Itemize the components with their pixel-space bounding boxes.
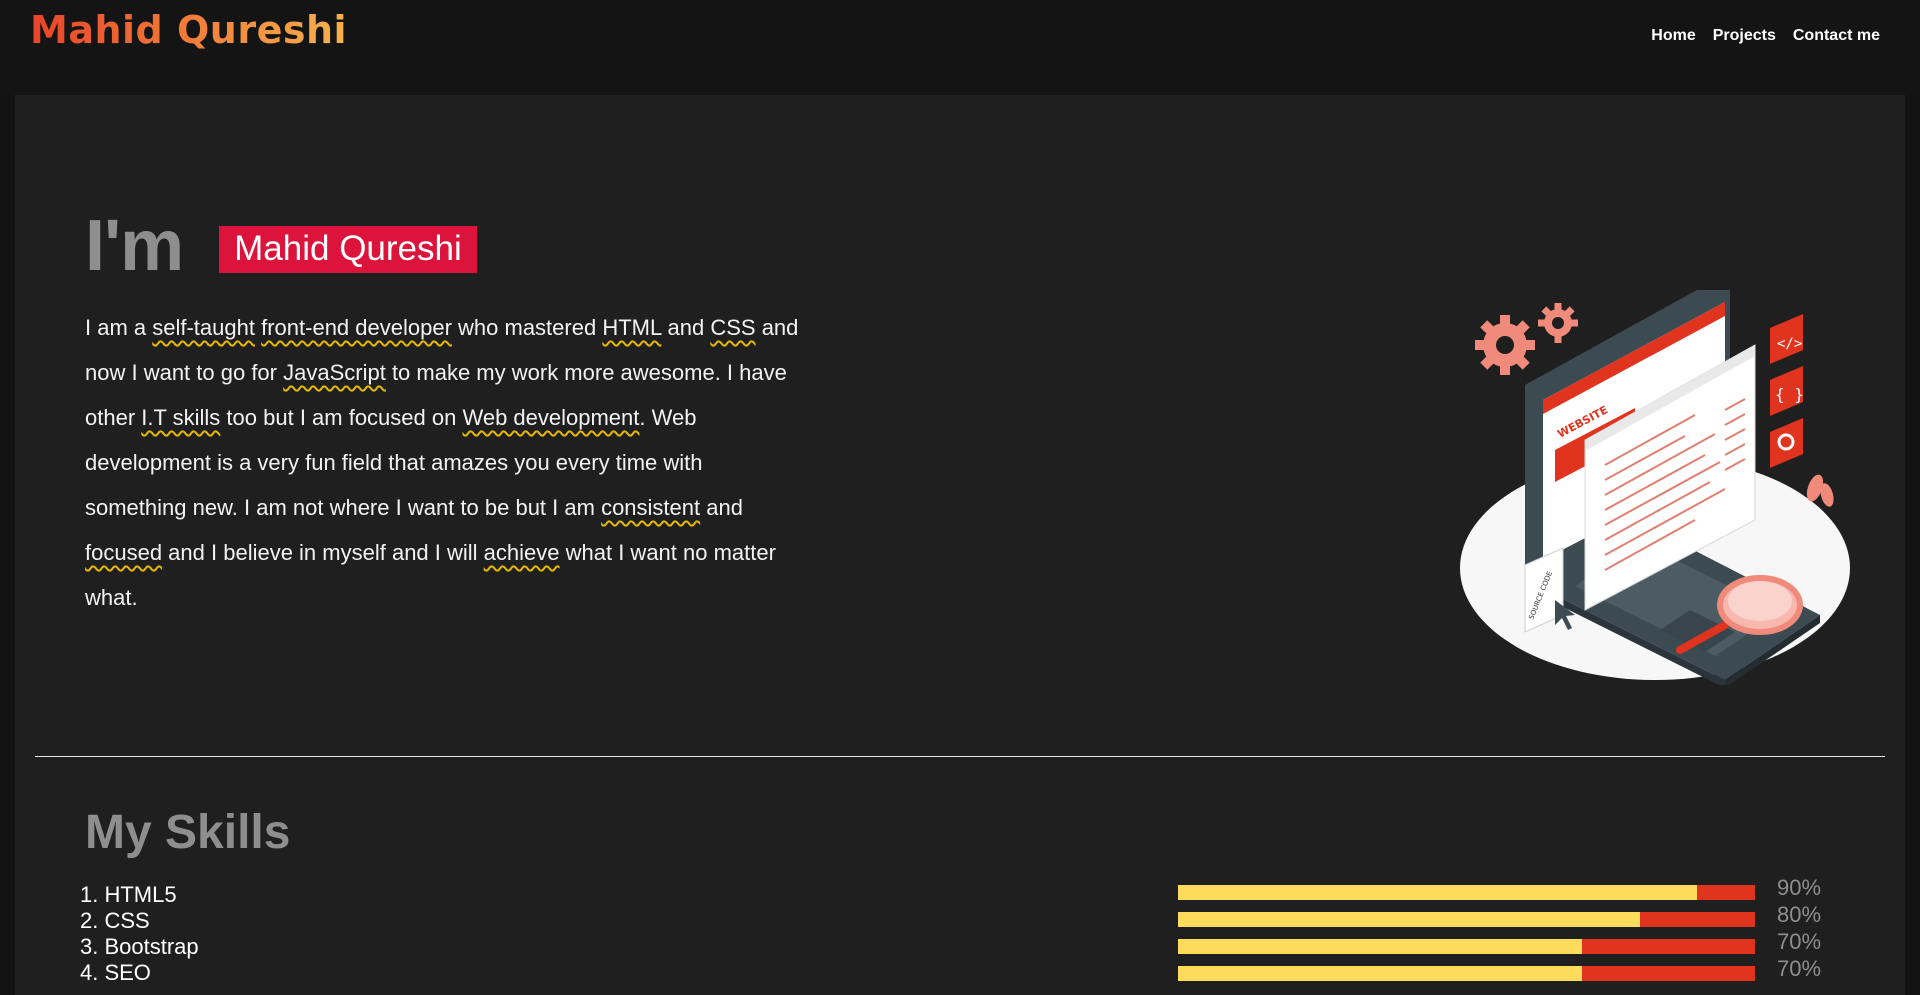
skill-bar-fill	[1178, 939, 1582, 954]
bio-keyword: JavaScript	[283, 360, 386, 385]
skill-bar-track	[1178, 885, 1755, 900]
skill-bar-row: 70%	[1178, 929, 1821, 956]
site-logo[interactable]: Mahid Qureshi	[30, 8, 347, 52]
bio-keyword: achieve	[483, 540, 560, 565]
skill-bar-track	[1178, 939, 1755, 954]
intro-heading: I'm Mahid Qureshi	[85, 205, 477, 287]
settings-tile-icon	[1770, 418, 1803, 468]
bio-text: and	[700, 495, 743, 520]
skill-percent: 70%	[1777, 955, 1822, 981]
bio-keyword: Web development	[462, 405, 640, 430]
bio-text: who mastered	[451, 315, 603, 340]
bio-keyword: self-taught	[152, 315, 255, 340]
bio-keyword: focused	[85, 540, 163, 565]
bio-text: and I believe in myself and I will	[162, 540, 484, 565]
bio-paragraph: I am a self-taught front-end developer w…	[85, 305, 805, 620]
laptop-website-illustration: WEBSITE </> {} SOURCE CODE	[1460, 290, 1850, 685]
braces-icon: { }	[1770, 366, 1804, 416]
skill-percent: 90%	[1777, 874, 1822, 900]
skill-percent: 70%	[1777, 928, 1822, 954]
name-badge: Mahid Qureshi	[219, 225, 477, 273]
skills-title: My Skills	[85, 806, 291, 859]
bio-keyword: HTML	[602, 315, 662, 340]
skill-item: 3. Bootstrap	[80, 934, 199, 959]
site-header: Mahid Qureshi Home Projects Contact me	[0, 0, 1920, 95]
code-tag-icon: </>	[1770, 314, 1803, 364]
skill-item: 4. SEO	[80, 960, 151, 985]
nav-link-projects[interactable]: Projects	[1713, 27, 1776, 45]
svg-text:</>: </>	[1777, 336, 1802, 352]
skill-bar-track	[1178, 912, 1755, 927]
svg-text:{ }: { }	[1775, 385, 1804, 404]
bio-text: and	[661, 315, 711, 340]
skill-bar-row: 90%	[1178, 875, 1821, 902]
gear-icon-small	[1538, 303, 1578, 343]
nav-link-home[interactable]: Home	[1651, 27, 1695, 45]
bio-keyword: front-end developer	[261, 315, 452, 340]
gear-icon-large	[1475, 315, 1535, 375]
skill-percent: 80%	[1777, 901, 1822, 927]
section-divider	[35, 756, 1885, 757]
bio-text: I am a	[85, 315, 153, 340]
skill-bar-row: 80%	[1178, 902, 1821, 929]
skills-list: 1. HTML5 2. CSS 3. Bootstrap 4. SEO	[80, 882, 199, 986]
intro-im-text: I'm	[85, 206, 184, 286]
bio-keyword: CSS	[710, 315, 756, 340]
main-nav: Home Projects Contact me	[1651, 27, 1880, 45]
skill-item: 1. HTML5	[80, 882, 177, 907]
bio-keyword: I.T skills	[141, 405, 221, 430]
skill-bars: 90% 80% 70% 70%	[1178, 875, 1821, 983]
main-panel: I'm Mahid Qureshi I am a self-taught fro…	[15, 95, 1905, 995]
skill-bar-fill	[1178, 885, 1698, 900]
bio-keyword: consistent	[601, 495, 701, 520]
skill-item: 2. CSS	[80, 908, 150, 933]
bio-text: too but I am focused on	[220, 405, 463, 430]
nav-link-contact[interactable]: Contact me	[1793, 27, 1880, 45]
skill-bar-fill	[1178, 912, 1640, 927]
